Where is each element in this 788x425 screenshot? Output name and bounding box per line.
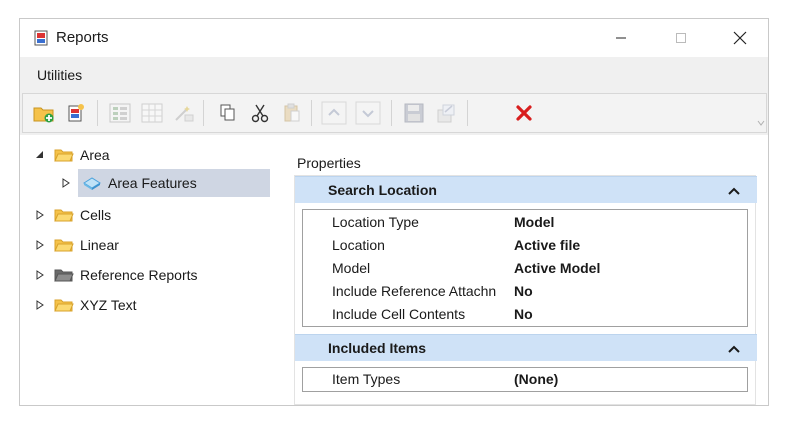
section-header-search-location[interactable]: Search Location [295,176,757,203]
tree-item-label: Cells [80,207,112,223]
menu-bar: Utilities [20,57,768,91]
section-title: Search Location [328,182,437,198]
copy-icon [220,104,235,121]
menu-utilities[interactable]: Utilities [37,67,82,83]
save-button[interactable] [399,99,429,127]
properties-panel: Search Location Location Type Model Loca… [294,175,757,405]
move-up-icon [321,101,347,125]
property-name: Include Reference Attachn [332,283,497,299]
grid-view-icon [141,103,163,123]
toolbar-separator [97,100,98,126]
tree-item-area[interactable]: Area [34,141,110,169]
property-name: Model [332,260,371,276]
toolbar-separator [467,100,468,126]
content-area: Area Area Features Cells Linear Referenc… [20,135,768,405]
collapsed-arrow-icon[interactable] [60,177,72,189]
properties-title: Properties [297,155,361,171]
minimize-button[interactable] [598,19,644,57]
property-row[interactable]: Include Reference Attachn No [303,280,747,303]
toolbar-overflow-icon[interactable] [757,120,765,126]
window-title: Reports [56,29,109,46]
property-value[interactable]: Active file [514,237,580,253]
new-report-button[interactable] [61,99,91,127]
area-feature-icon [83,177,101,190]
property-name: Location Type [332,214,419,230]
property-value[interactable]: No [514,283,533,299]
export-button[interactable] [431,99,461,127]
new-folder-button[interactable] [29,99,59,127]
app-icon [34,30,48,46]
property-name: Location [332,237,385,253]
maximize-icon [676,33,686,43]
delete-button[interactable] [509,99,539,127]
property-name: Item Types [332,371,401,387]
tree-item-label: Linear [80,237,119,253]
grid-view-button[interactable] [137,99,167,127]
move-down-button[interactable] [351,99,385,127]
new-report-icon [68,104,84,122]
property-grid: Item Types (None) [302,367,748,392]
toolbar-separator [311,100,312,126]
collapsed-arrow-icon[interactable] [34,269,46,281]
property-row[interactable]: Location Type Model [303,211,747,234]
tree-item-label: XYZ Text [80,297,137,313]
property-row[interactable]: Location Active file [303,234,747,257]
tree-item-label: Area [80,147,110,163]
toolbar-separator [391,100,392,126]
title-bar: Reports [20,19,768,57]
tree-item-reference-reports[interactable]: Reference Reports [34,261,198,289]
export-icon [437,104,455,123]
property-grid: Location Type Model Location Active file… [302,209,748,327]
minimize-icon [616,37,626,39]
close-button[interactable] [717,19,763,57]
property-name: Include Cell Contents [332,306,466,322]
collapsed-arrow-icon[interactable] [34,239,46,251]
collapsed-arrow-icon[interactable] [34,299,46,311]
collapse-chevron-icon[interactable] [728,344,740,354]
property-row[interactable]: Item Types (None) [303,368,747,391]
folder-icon [54,239,74,252]
maximize-button[interactable] [658,19,704,57]
tree-item-label: Reference Reports [80,267,198,283]
collapsed-arrow-icon[interactable] [34,209,46,221]
property-value[interactable]: (None) [514,371,558,387]
cut-button[interactable] [245,99,275,127]
collapse-chevron-icon[interactable] [728,186,740,196]
paste-button[interactable] [277,99,307,127]
property-value[interactable]: Active Model [514,260,600,276]
property-value[interactable]: No [514,306,533,322]
tree-item-label: Area Features [108,175,197,191]
move-down-icon [355,101,381,125]
wand-button[interactable] [169,99,199,127]
tree-item-linear[interactable]: Linear [34,231,119,259]
close-icon [733,31,747,45]
tree-item-area-features[interactable]: Area Features [62,169,270,197]
save-icon [404,103,424,123]
property-value[interactable]: Model [514,214,554,230]
toolbar [22,93,767,133]
paste-icon [284,103,300,122]
toolbar-separator [203,100,204,126]
reports-window: Reports Utilities Area Area Features Cel… [19,18,769,406]
folder-icon [54,299,74,312]
folder-open-icon [54,149,74,162]
wand-icon [175,106,194,122]
property-row[interactable]: Model Active Model [303,257,747,280]
tree-item-xyz-text[interactable]: XYZ Text [34,291,137,319]
folder-icon [54,209,74,222]
new-folder-icon [33,107,54,123]
copy-button[interactable] [213,99,243,127]
move-up-button[interactable] [317,99,351,127]
expanded-arrow-icon[interactable] [34,149,46,161]
list-view-icon [109,103,131,123]
section-title: Included Items [328,340,427,356]
property-row[interactable]: Include Cell Contents No [303,303,747,326]
tree-item-cells[interactable]: Cells [34,201,111,229]
cut-icon [251,104,269,123]
section-header-included-items[interactable]: Included Items [295,334,757,361]
delete-icon [516,105,532,121]
list-view-button[interactable] [105,99,135,127]
gray-folder-icon [54,269,74,282]
